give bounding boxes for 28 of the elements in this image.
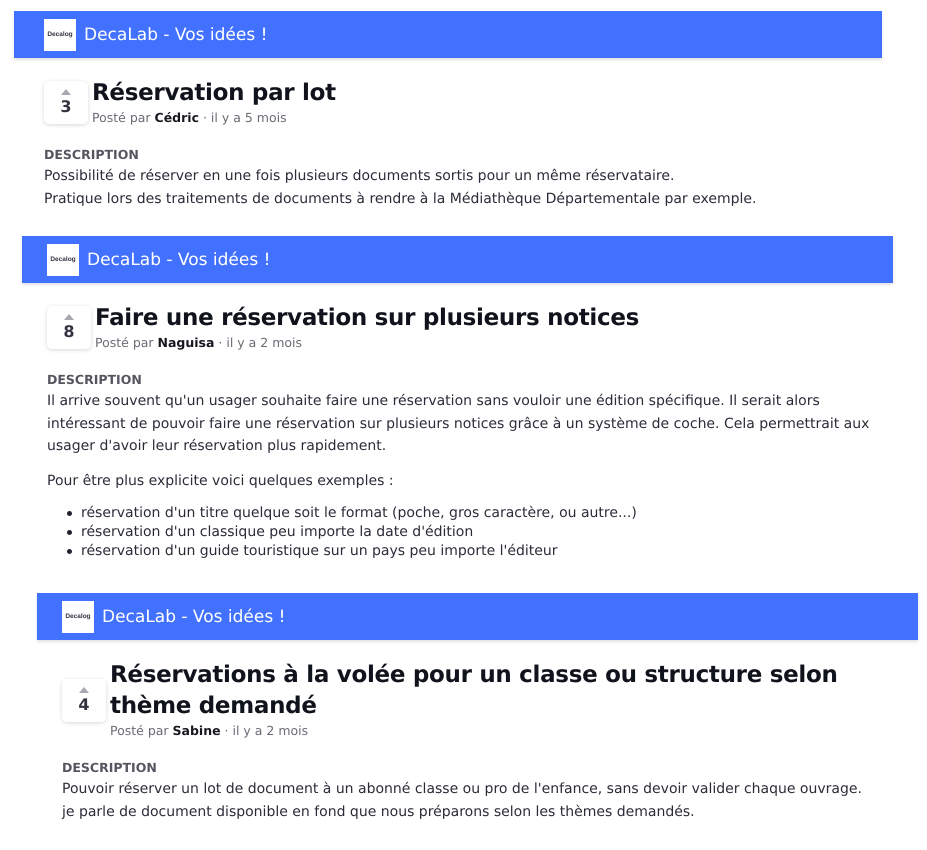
post-title: Réservation par lot xyxy=(92,79,336,108)
list-item-text: réservation d'un guide touristique sur un pays peu importe l'éditeur xyxy=(81,542,558,561)
header-title: DecaLab - Vos idées ! xyxy=(84,24,268,46)
caret-up-icon xyxy=(61,89,71,95)
post-title: Faire une réservation sur plusieurs notices xyxy=(95,304,640,333)
description-label: DESCRIPTION xyxy=(62,760,158,776)
vote-button[interactable]: 4 xyxy=(62,678,106,722)
caret-up-icon xyxy=(79,686,89,692)
list-item-text: réservation d'un classique peu importe la date d'édition xyxy=(81,523,474,542)
caret-up-icon xyxy=(64,314,74,320)
description-text: Possibilité de réserver en une fois plusieurs documents sortis pour un même réservataire. Pratique lors des traitements de documents à rendre à la Médiathèque Départementale par exemple. xyxy=(44,167,758,208)
bullet-icon xyxy=(67,549,72,554)
post-meta: Posté par Naguisa · il y a 2 mois xyxy=(95,334,304,352)
description-text: Pour être plus explicite voici quelques exemples : xyxy=(47,472,395,490)
list-item-text: réservation d'un titre quelque soit le format (poche, gros caractère, ou autre...) xyxy=(81,504,637,523)
post-title: Réservations à la volée pour un classe ou structure selon thème demandé xyxy=(110,661,839,721)
description-text: Il arrive souvent qu'un usager souhaite faire une réservation sans vouloir une édition spécifique. Il serait alors intéressant de pouvoir faire une réservation sur plusieurs notices grâce à un système de coche. Cela permettrait aux usager d'avoir leur réservation plus rapidement. xyxy=(47,392,870,456)
post-meta: Posté par Cédric · il y a 5 mois xyxy=(92,109,288,127)
bullet-icon xyxy=(67,530,72,535)
description-label: DESCRIPTION xyxy=(47,372,143,388)
vote-button[interactable]: 8 xyxy=(47,306,91,349)
description-text: Pouvoir réserver un lot de document à un abonné classe ou pro de l'enfance, sans devoir valider chaque ouvrage. je parle de document disponible en fond que nous préparons selon les thèmes demandés. xyxy=(62,780,863,822)
vote-button[interactable]: 3 xyxy=(44,81,88,124)
description-label: DESCRIPTION xyxy=(44,147,140,163)
post-meta: Posté par Sabine · il y a 2 mois xyxy=(110,722,310,740)
header-title: DecaLab - Vos idées ! xyxy=(87,248,270,270)
header-title: DecaLab - Vos idées ! xyxy=(102,606,286,628)
bullet-icon xyxy=(67,511,72,516)
